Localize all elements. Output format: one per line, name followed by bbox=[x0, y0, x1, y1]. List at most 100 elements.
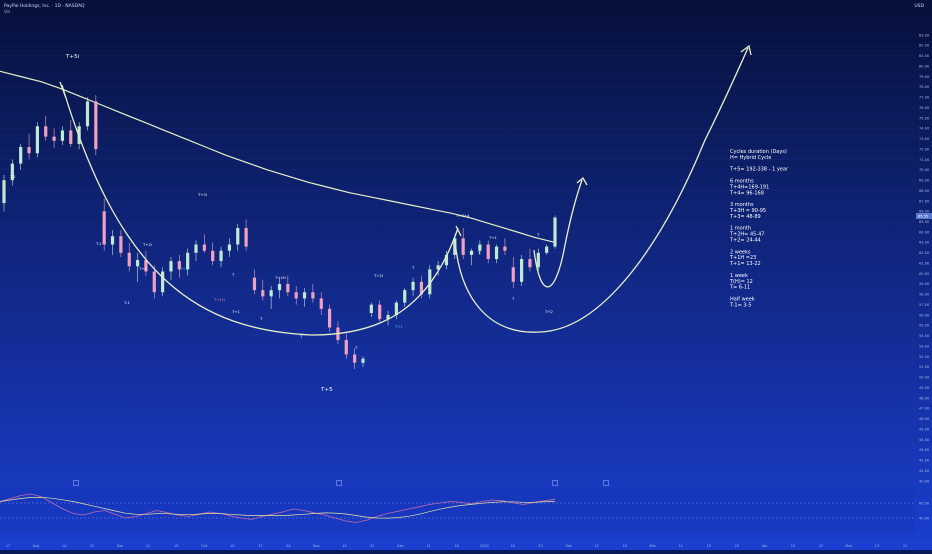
wave-label: T+5 bbox=[320, 387, 333, 393]
price-chart[interactable]: T+5iT-1T-1T-1T+1T+2iT+1T+1HTT+2HTT+1TT+5… bbox=[0, 0, 932, 550]
candle-body bbox=[244, 227, 248, 247]
y-tick-label: 40.00 bbox=[919, 479, 930, 483]
annotation-line: H= Hybrid Cycle bbox=[730, 155, 771, 161]
x-tick-label: 12 bbox=[594, 544, 598, 548]
annotation-line: T+2= 24-44 bbox=[729, 238, 761, 244]
y-tick-label: 56.00 bbox=[919, 313, 930, 317]
candle-body bbox=[503, 246, 507, 251]
symbol-title: PayPal Holdings, Inc. · 1D · NASDAQ bbox=[4, 3, 85, 9]
x-tick-label: 25 bbox=[735, 544, 739, 548]
wave-label: T+1 bbox=[394, 324, 404, 329]
wave-label: T+5i bbox=[65, 54, 80, 60]
y-tick-label: 53.00 bbox=[919, 344, 930, 348]
y-tick-label: 61.00 bbox=[919, 261, 930, 265]
y-tick-label: 49.00 bbox=[919, 386, 930, 390]
y-tick-label: 58.00 bbox=[919, 293, 930, 297]
candle-body bbox=[60, 130, 65, 141]
x-tick-label: 13 bbox=[875, 544, 879, 548]
x-tick-label: 13 bbox=[342, 544, 346, 548]
y-tick-label: 70.00 bbox=[919, 168, 930, 172]
candle-body bbox=[52, 136, 56, 141]
x-tick-label: Dec bbox=[397, 544, 404, 548]
candle-body bbox=[536, 252, 540, 268]
y-tick-label: 59.00 bbox=[919, 282, 930, 286]
x-tick-label: 11 bbox=[146, 544, 150, 548]
y-tick-label: 64.00 bbox=[919, 230, 930, 234]
chart-stage: T+5i T-1 T-1 T-1 T+1 T+2i T+1 T+1H T T+2H T T+1 T T+5… bbox=[0, 0, 932, 550]
y-tick-label: 74.00 bbox=[919, 127, 930, 131]
wave-label: T+3+4 bbox=[455, 213, 470, 218]
candle-body bbox=[44, 126, 48, 137]
y-tick-label: 44.00 bbox=[919, 438, 930, 442]
candle-body bbox=[494, 246, 499, 260]
x-tick-label: Sep bbox=[117, 544, 123, 548]
x-tick-label: 21 bbox=[903, 544, 907, 548]
x-tick-label: 21 bbox=[370, 544, 374, 548]
wave-label: T+2i bbox=[142, 242, 152, 247]
volume-label: Vol bbox=[4, 9, 10, 14]
y-tick-label: 73.00 bbox=[919, 137, 930, 141]
y-tick-label: 65.00 bbox=[919, 220, 930, 224]
candle-body bbox=[194, 244, 198, 253]
candle-body bbox=[553, 217, 557, 247]
y-tick-label: 60.00 bbox=[919, 272, 930, 276]
wave-label: T+1 bbox=[231, 309, 241, 314]
y-tick-label: 42.00 bbox=[919, 459, 930, 463]
y-tick-label: 45.00 bbox=[919, 427, 930, 431]
annotation-line: T-1= 3-5 bbox=[729, 302, 752, 308]
x-tick-label: 19 bbox=[623, 544, 627, 548]
x-tick-label: Oct bbox=[201, 544, 208, 548]
annotation-line: T+4= 96-168 bbox=[729, 190, 764, 196]
y-tick-label: 43.00 bbox=[919, 448, 930, 452]
wave-label: T+1 bbox=[488, 235, 498, 240]
candle-body bbox=[319, 298, 323, 309]
candle-body bbox=[403, 290, 407, 303]
y-tick-label: 75.00 bbox=[919, 116, 930, 120]
candle-body bbox=[344, 339, 348, 355]
candle-body bbox=[202, 244, 206, 251]
wave-label: T+1 bbox=[179, 266, 189, 271]
x-tick-label: 16 bbox=[510, 544, 514, 548]
candle-body bbox=[378, 304, 382, 320]
y-tick-label: 82.00 bbox=[919, 44, 930, 48]
wave-label: T+1H bbox=[213, 297, 225, 302]
x-tick-label: May bbox=[845, 544, 852, 548]
candle-body bbox=[286, 283, 290, 293]
candle-body bbox=[528, 259, 532, 268]
y-tick-label: 71.00 bbox=[919, 158, 930, 162]
y-tick-label: 54.00 bbox=[919, 334, 930, 338]
y-tick-label: 50.00 bbox=[919, 376, 930, 380]
y-tick-label: 69.00 bbox=[919, 179, 930, 183]
x-tick-label: 23 bbox=[538, 544, 542, 548]
wave-label: T+2H bbox=[274, 275, 286, 280]
rsi-pane[interactable]: 60.00 40.00 bbox=[0, 480, 930, 534]
candle-body bbox=[211, 250, 215, 262]
y-tick-label: 57.00 bbox=[919, 303, 930, 307]
x-tick-label: 19 bbox=[174, 544, 178, 548]
y-tick-label: 77.00 bbox=[919, 96, 930, 100]
candle-body bbox=[261, 290, 265, 297]
rsi-tick-label: 40.00 bbox=[919, 516, 930, 520]
wave-label: T+2 bbox=[544, 309, 554, 314]
x-tick-label: 17 bbox=[258, 544, 262, 548]
candle-body bbox=[94, 101, 98, 150]
candle-body bbox=[327, 308, 332, 328]
candle-body bbox=[35, 126, 39, 154]
x-tick-label: 22 bbox=[90, 544, 94, 548]
y-tick-label: 48.00 bbox=[919, 396, 930, 400]
x-tick-label: 15 bbox=[791, 544, 795, 548]
candle-body bbox=[161, 271, 165, 293]
wave-label: T-1 bbox=[9, 174, 16, 179]
candle-body bbox=[85, 101, 90, 127]
candle-body bbox=[302, 292, 307, 299]
candle-body bbox=[486, 244, 490, 260]
wave-label: T+1 bbox=[138, 266, 148, 271]
candle-body bbox=[353, 354, 357, 363]
x-tick-label: 19 bbox=[707, 544, 711, 548]
wave-label: T+2i bbox=[197, 192, 207, 197]
y-tick-label: 76.00 bbox=[919, 106, 930, 110]
candle-body bbox=[469, 250, 474, 255]
candle-body bbox=[361, 358, 365, 363]
candle-body bbox=[511, 267, 515, 282]
x-tick-label: 11 bbox=[426, 544, 430, 548]
